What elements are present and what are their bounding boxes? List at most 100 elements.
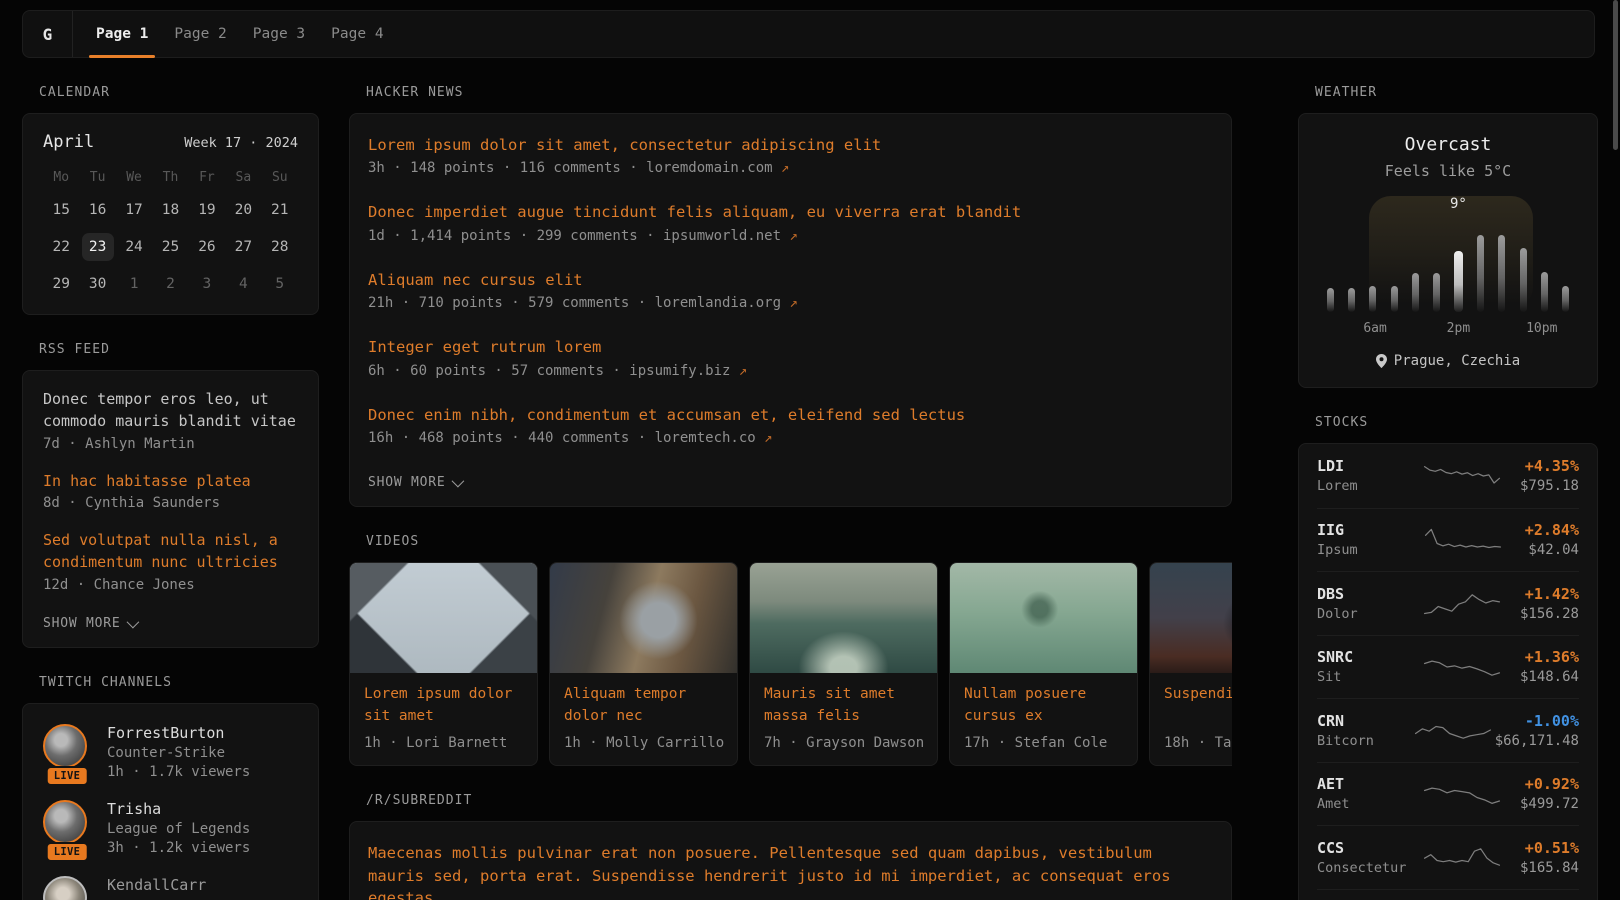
twitch-section-title: TWITCH CHANNELS — [39, 675, 319, 690]
video-card[interactable]: Nullam posuere cursus ex 17h · Stefan Co… — [949, 562, 1138, 766]
tab-page-2[interactable]: Page 2 — [161, 11, 239, 57]
video-info: Suspendisse diam 18h · Tara — [1150, 673, 1232, 765]
video-title[interactable]: Nullam posuere cursus ex — [964, 684, 1123, 728]
calendar-day: 23 — [82, 233, 114, 261]
subreddit-card: Maecenas mollis pulvinar erat non posuer… — [349, 821, 1232, 900]
tab-page-1[interactable]: Page 1 — [83, 11, 161, 57]
channel-game: League of Legends — [107, 821, 250, 837]
weather-location-row: Prague, Czechia — [1319, 353, 1577, 369]
external-link-icon[interactable]: ↗ — [764, 430, 772, 446]
page-tabs: Page 1 Page 2 Page 3 Page 4 — [83, 11, 397, 57]
video-title[interactable]: Aliquam tempor dolor nec pharetra… — [564, 684, 723, 728]
video-title[interactable]: Suspendisse diam — [1164, 684, 1232, 728]
hn-item-title[interactable]: Lorem ipsum dolor sit amet, consectetur … — [368, 134, 1213, 156]
avatar — [43, 724, 87, 768]
videos-row: Lorem ipsum dolor sit amet consectetu… 1… — [349, 562, 1232, 766]
stock-symbol: AET — [1317, 775, 1413, 793]
app-logo[interactable]: G — [23, 11, 73, 57]
video-thumbnail[interactable] — [1150, 563, 1232, 673]
show-more-label: SHOW MORE — [43, 616, 120, 631]
weather-chart: 9° 6am2pm10pm — [1323, 196, 1573, 339]
rss-item-title[interactable]: In hac habitasse platea — [43, 471, 298, 493]
video-info: Nullam posuere cursus ex 17h · Stefan Co… — [950, 673, 1137, 765]
channel-info: Trisha League of Legends 3h · 1.2k viewe… — [107, 800, 250, 856]
calendar-day: 20 — [227, 196, 259, 224]
hn-item-title[interactable]: Integer eget rutrum lorem — [368, 336, 1213, 358]
stock-name: Dolor — [1317, 606, 1413, 622]
hn-item-title[interactable]: Aliquam nec cursus elit — [368, 269, 1213, 291]
hn-item-title[interactable]: Donec enim nibh, condimentum et accumsan… — [368, 404, 1213, 426]
stock-row[interactable]: CRN Bitcorn -1.00% $66,171.48 — [1317, 698, 1579, 762]
post-title[interactable]: Maecenas mollis pulvinar erat non posuer… — [368, 842, 1213, 900]
rss-item-meta: 7d · Ashlyn Martin — [43, 436, 298, 452]
video-card[interactable]: Aliquam tempor dolor nec pharetra… 1h · … — [549, 562, 738, 766]
hn-item-meta: 1d · 1,414 points · 299 comments · ipsum… — [368, 228, 1213, 244]
stock-id: AET Amet — [1317, 775, 1413, 812]
video-card[interactable]: Mauris sit amet massa felis 7h · Grayson… — [749, 562, 938, 766]
hn-meta-text: 16h · 468 points · 440 comments · loremt… — [368, 430, 756, 446]
rss-item-title[interactable]: Sed volutpat nulla nisl, a condimentum n… — [43, 530, 298, 574]
video-thumbnail[interactable] — [950, 563, 1137, 673]
stock-sparkline — [1424, 523, 1502, 557]
calendar-day: 15 — [45, 196, 77, 224]
stock-sparkline — [1423, 840, 1501, 874]
stock-values: +1.36% $148.64 — [1520, 648, 1579, 685]
weather-widget: WEATHER Overcast Feels like 5°C 9° 6am2p… — [1298, 85, 1598, 388]
stock-row[interactable]: CCS Consectetur +0.51% $165.84 — [1317, 825, 1579, 889]
stock-row[interactable]: IIG Ipsum +2.84% $42.04 — [1317, 508, 1579, 572]
calendar-card: April Week 17 · 2024 Mo Tu We Th Fr Sa S… — [22, 113, 319, 315]
rss-show-more-button[interactable]: SHOW MORE — [43, 616, 136, 631]
hour-label: 10pm — [1526, 321, 1557, 336]
videos-widget: VIDEOS Lorem ipsum dolor sit amet consec… — [349, 534, 1232, 766]
external-link-icon[interactable]: ↗ — [789, 228, 797, 244]
external-link-icon[interactable]: ↗ — [739, 363, 747, 379]
stock-row[interactable]: SNRC Sit +1.36% $148.64 — [1317, 635, 1579, 699]
video-meta: 18h · Tara — [1164, 735, 1232, 751]
video-thumbnail[interactable] — [750, 563, 937, 673]
scrollbar-thumb[interactable] — [1613, 0, 1618, 150]
stock-symbol: IIG — [1317, 521, 1413, 539]
weekday-label: Sa — [236, 170, 252, 189]
video-thumbnail[interactable] — [350, 563, 537, 673]
stock-row[interactable]: AET Amet +0.92% $499.72 — [1317, 762, 1579, 826]
weekday-label: Fr — [199, 170, 215, 189]
weather-bar — [1562, 286, 1569, 312]
tab-page-3[interactable]: Page 3 — [240, 11, 318, 57]
tab-page-4[interactable]: Page 4 — [318, 11, 396, 57]
hn-item-title[interactable]: Donec imperdiet augue tincidunt felis al… — [368, 201, 1213, 223]
stock-row[interactable]: LDI Lorem +4.35% $795.18 — [1317, 444, 1579, 508]
external-link-icon[interactable]: ↗ — [789, 295, 797, 311]
video-title[interactable]: Lorem ipsum dolor sit amet consectetu… — [364, 684, 523, 728]
video-meta: 1h · Lori Barnett — [364, 735, 523, 751]
rss-item: Sed volutpat nulla nisl, a condimentum n… — [43, 530, 298, 593]
stock-sparkline — [1423, 650, 1501, 684]
video-thumbnail[interactable] — [550, 563, 737, 673]
video-meta: 17h · Stefan Cole — [964, 735, 1123, 751]
stock-row[interactable]: DBS Dolor +1.42% $156.28 — [1317, 571, 1579, 635]
stock-values: +2.84% $42.04 — [1525, 521, 1579, 558]
weather-bar — [1391, 286, 1398, 312]
weather-bars — [1323, 220, 1573, 312]
calendar-grid: Mo Tu We Th Fr Sa Su — [43, 170, 298, 189]
top-navbar: G Page 1 Page 2 Page 3 Page 4 — [22, 10, 1595, 58]
video-card[interactable]: Lorem ipsum dolor sit amet consectetu… 1… — [349, 562, 538, 766]
calendar-day: 21 — [264, 196, 296, 224]
stock-row[interactable]: AHS +0.46% — [1317, 889, 1579, 900]
calendar-day: 22 — [45, 233, 77, 261]
video-meta: 1h · Molly Carrillo — [564, 735, 723, 751]
hn-show-more-button[interactable]: SHOW MORE — [368, 475, 461, 490]
stock-id: LDI Lorem — [1317, 457, 1413, 494]
twitch-channel-row[interactable]: LIVE Trisha League of Legends 3h · 1.2k … — [43, 800, 298, 856]
hour-label: 2pm — [1447, 321, 1470, 336]
twitch-channel-row[interactable]: LIVE ForrestBurton Counter-Strike 1h · 1… — [43, 724, 298, 780]
show-more-label: SHOW MORE — [368, 475, 445, 490]
weekday-label: Su — [272, 170, 288, 189]
video-card[interactable]: Suspendisse diam 18h · Tara — [1149, 562, 1232, 766]
avatar — [43, 800, 87, 844]
rss-item-title[interactable]: Donec tempor eros leo, ut commodo mauris… — [43, 389, 298, 433]
video-title[interactable]: Mauris sit amet massa felis — [764, 684, 923, 728]
stock-values: +0.51% $165.84 — [1520, 839, 1579, 876]
hackernews-card: Lorem ipsum dolor sit amet, consectetur … — [349, 113, 1232, 507]
external-link-icon[interactable]: ↗ — [781, 160, 789, 176]
twitch-channel-row[interactable]: KendallCarr — [43, 876, 298, 900]
